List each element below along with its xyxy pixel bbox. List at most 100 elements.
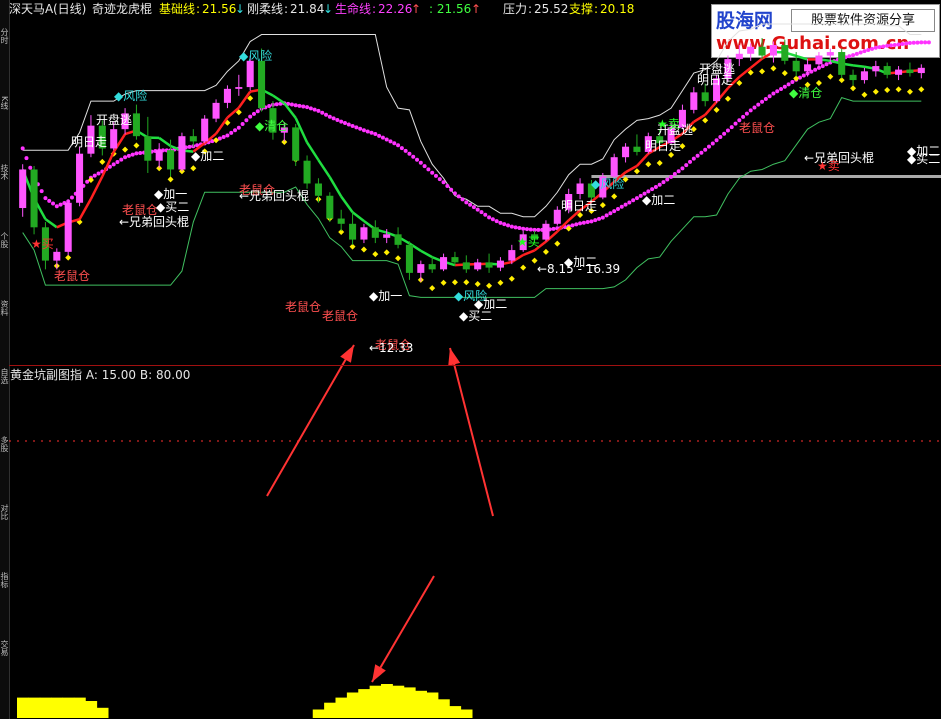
left-tab-1[interactable]: K线 xyxy=(0,96,9,156)
sell-star-label: ★卖 xyxy=(817,159,840,173)
magenta-dot xyxy=(885,43,890,48)
magenta-dot xyxy=(513,225,518,230)
left-tab-0[interactable]: 分时 xyxy=(0,28,9,88)
magenta-dot xyxy=(744,111,749,116)
magenta-dot xyxy=(134,151,139,156)
yellow-diamond xyxy=(872,88,879,95)
magenta-dot xyxy=(426,167,431,172)
magenta-dot xyxy=(354,125,359,130)
magenta-dot xyxy=(331,116,336,121)
magenta-dot xyxy=(502,222,507,227)
annotation-arrow-bottom-head xyxy=(372,664,386,682)
magenta-dot xyxy=(748,108,753,113)
candle-body xyxy=(235,87,243,89)
magenta-dot xyxy=(361,128,366,133)
sub-bar xyxy=(62,697,75,718)
candle-body xyxy=(64,202,72,252)
candle-body xyxy=(201,118,209,142)
rigid-line-value: 21.84 xyxy=(290,2,325,16)
magenta-dot xyxy=(695,153,700,158)
magenta-dot xyxy=(47,198,52,203)
main-price-chart[interactable]: ◆风险◆风险◆风险◆风险◆清仓◆清仓开盘逃开盘逃开盘逃明日走 明日走明日走明日走老… xyxy=(9,18,941,517)
yellow-diamond xyxy=(702,117,709,124)
left-tab-4[interactable]: 资料 xyxy=(0,300,9,360)
support-label: 支撑 xyxy=(569,2,594,16)
sub-indicator-chart[interactable] xyxy=(9,366,941,719)
magenta-dot xyxy=(274,102,279,107)
candle-body xyxy=(462,262,470,270)
magenta-dot xyxy=(851,53,856,58)
yellow-diamond xyxy=(611,193,618,200)
magenta-dot xyxy=(904,41,909,46)
sub-bar xyxy=(358,689,371,718)
add-one-label: ◆加一 xyxy=(154,187,187,201)
magenta-dot xyxy=(858,50,863,55)
candle-body xyxy=(371,227,379,238)
stock-name[interactable]: 深天马A xyxy=(9,0,53,18)
magenta-dot xyxy=(718,135,723,140)
candle-body xyxy=(769,45,777,56)
sub-bar xyxy=(437,699,450,718)
magenta-dot xyxy=(430,170,435,175)
magenta-dot xyxy=(407,151,412,156)
magenta-dot xyxy=(119,157,124,162)
param-b-value: 80.00 xyxy=(155,368,191,382)
candle-body xyxy=(167,150,175,170)
magenta-dot xyxy=(653,184,658,189)
magenta-dot xyxy=(388,139,393,144)
buy-two-label: ◆买二 xyxy=(459,309,492,323)
candle-body xyxy=(735,53,743,60)
left-tab-2[interactable]: 技术 xyxy=(0,164,9,224)
magenta-dot xyxy=(494,219,499,224)
candle-body xyxy=(474,262,482,270)
magenta-dot xyxy=(517,226,522,231)
left-tab-6[interactable]: 多股 xyxy=(0,436,9,496)
risk-label: ◆风险 xyxy=(591,176,624,191)
life-line-label: 生命线 xyxy=(335,2,372,16)
left-tab-8[interactable]: 指标 xyxy=(0,572,9,632)
magenta-dot xyxy=(51,201,56,206)
indicator-name[interactable]: 奇迹龙虎棍 xyxy=(92,0,152,18)
magenta-dot xyxy=(312,107,317,112)
yellow-diamond xyxy=(645,161,652,168)
magenta-dot xyxy=(760,99,765,104)
magenta-dot xyxy=(244,118,249,123)
yellow-diamond xyxy=(520,264,527,271)
candle-body xyxy=(178,136,186,170)
candle-body xyxy=(417,264,425,273)
risk-label: ◆风险 xyxy=(239,48,272,63)
candle-body xyxy=(815,55,823,65)
sell-star-label: ★卖 xyxy=(657,117,680,131)
magenta-dot xyxy=(39,189,44,194)
left-tab-3[interactable]: 个股 xyxy=(0,232,9,292)
magenta-dot xyxy=(327,114,332,119)
candle-body xyxy=(19,169,27,209)
magenta-dot xyxy=(305,105,310,110)
magenta-dot xyxy=(350,123,355,128)
trend-line-segment xyxy=(158,136,172,148)
sub-bar xyxy=(73,697,86,718)
magenta-dot xyxy=(445,183,450,188)
yellow-diamond xyxy=(429,285,436,292)
left-tab-5[interactable]: 自选 xyxy=(0,368,9,428)
magenta-dot xyxy=(733,121,738,126)
left-tab-7[interactable]: 对比 xyxy=(0,504,9,564)
rigid-line-arrow-icon: ↓ xyxy=(323,2,334,16)
magenta-dot xyxy=(475,207,480,212)
yellow-diamond xyxy=(713,106,720,113)
period-label[interactable]: (日线) xyxy=(53,0,86,18)
magenta-dot xyxy=(123,155,128,160)
magenta-dot xyxy=(706,144,711,149)
magenta-dot xyxy=(585,220,590,225)
magenta-dot xyxy=(130,152,135,157)
sub-bar xyxy=(312,709,325,718)
left-tab-9[interactable]: 交易 xyxy=(0,640,9,700)
magenta-dot xyxy=(722,131,727,136)
base-line-arrow-icon: ↓ xyxy=(235,2,246,16)
trend-line-segment xyxy=(340,195,354,213)
magenta-dot xyxy=(225,133,230,138)
magenta-dot xyxy=(725,128,730,133)
magenta-dot xyxy=(418,160,423,165)
risk-label: ◆风险 xyxy=(114,88,147,103)
buy-two-label: ◆买二 xyxy=(907,152,940,166)
